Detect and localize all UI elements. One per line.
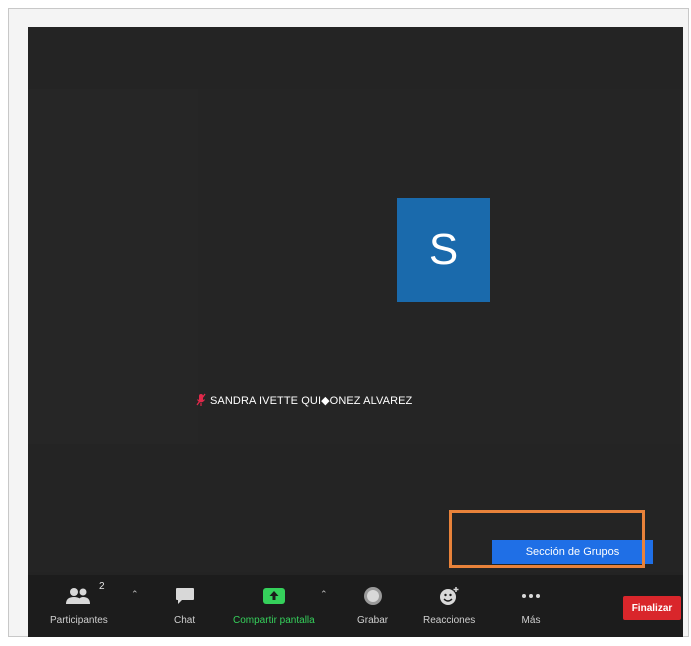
- highlight-annotation: [449, 510, 645, 568]
- end-meeting-button[interactable]: Finalizar: [623, 596, 681, 620]
- record-button[interactable]: Grabar: [357, 583, 388, 626]
- participant-name: SANDRA IVETTE QUI◆ONEZ ALVAREZ: [210, 394, 413, 407]
- muted-mic-icon: [196, 393, 206, 407]
- meeting-toolbar: Participantes 2 ⌃ Chat Compartir pantall…: [28, 575, 683, 637]
- end-meeting-label: Finalizar: [631, 602, 673, 614]
- chat-label: Chat: [174, 615, 196, 626]
- chat-button[interactable]: Chat: [174, 583, 195, 626]
- participant-avatar: S: [397, 198, 490, 302]
- side-panel: [28, 89, 199, 444]
- share-screen-icon: [262, 583, 286, 609]
- participant-name-tag: SANDRA IVETTE QUI◆ONEZ ALVAREZ: [196, 390, 412, 410]
- share-screen-button[interactable]: Compartir pantalla: [233, 583, 315, 626]
- participants-options-caret-icon[interactable]: ⌃: [131, 589, 139, 600]
- participants-icon: [65, 583, 92, 609]
- participants-label: Participantes: [50, 615, 108, 626]
- record-icon: [363, 583, 383, 609]
- video-area: S SANDRA IVETTE QUI◆ONEZ ALVAREZ Sección…: [28, 27, 683, 572]
- participants-count-badge: 2: [99, 581, 105, 592]
- reactions-smiley-icon: [438, 583, 460, 609]
- reactions-button[interactable]: Reacciones: [423, 583, 475, 626]
- chat-icon: [175, 583, 195, 609]
- share-screen-label: Compartir pantalla: [233, 615, 315, 626]
- share-options-caret-icon[interactable]: ⌃: [320, 589, 328, 600]
- more-button[interactable]: Más: [521, 583, 541, 626]
- more-label: Más: [521, 615, 541, 626]
- avatar-initial: S: [428, 225, 459, 274]
- more-dots-icon: [521, 583, 541, 609]
- record-label: Grabar: [357, 615, 389, 626]
- meeting-window: S SANDRA IVETTE QUI◆ONEZ ALVAREZ Sección…: [28, 27, 683, 637]
- reactions-label: Reacciones: [423, 615, 476, 626]
